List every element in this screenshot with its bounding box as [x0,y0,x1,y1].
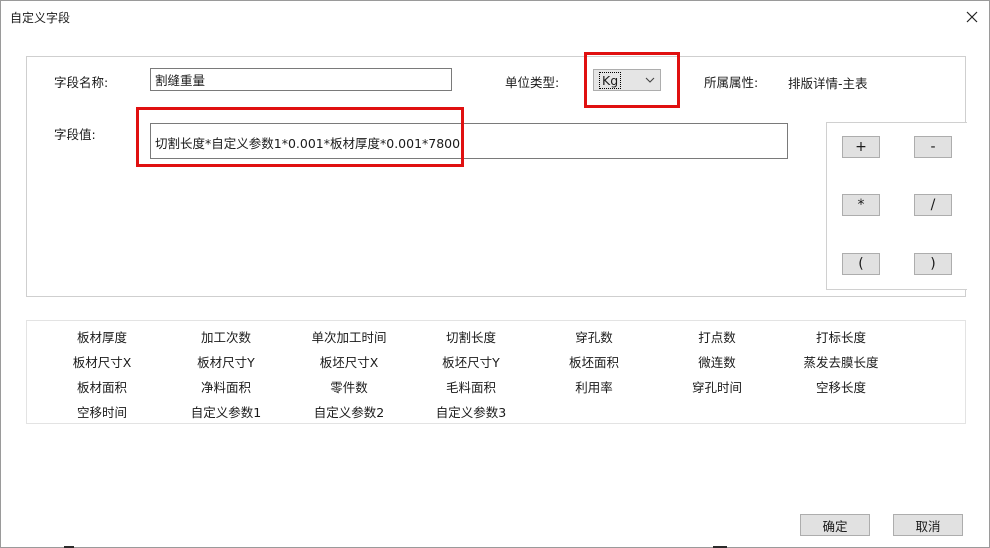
field-item[interactable]: 打点数 [655,327,779,346]
field-item[interactable]: 单次加工时间 [287,327,411,346]
multiply-button[interactable]: * [842,194,880,216]
field-item[interactable]: 毛料面积 [409,377,533,396]
close-button[interactable] [955,1,989,33]
field-name-label: 字段名称: [54,75,109,90]
field-definition-panel: 字段名称: 割缝重量 单位类型: Kg 所属属性: 排版详情-主表 字段值: 切… [26,56,966,297]
field-name-input[interactable]: 割缝重量 [150,68,452,91]
field-item[interactable]: 空移长度 [779,377,903,396]
chevron-down-icon [645,77,655,83]
plus-button[interactable]: + [842,136,880,158]
field-item[interactable]: 板坯面积 [532,352,656,371]
ok-button[interactable]: 确定 [800,514,870,536]
operator-panel: + - * / ( ) [826,122,967,290]
field-item[interactable]: 自定义参数3 [409,402,533,421]
field-item[interactable]: 利用率 [532,377,656,396]
dialog-title: 自定义字段 [10,11,71,25]
unit-type-select[interactable]: Kg [593,69,661,91]
field-item[interactable]: 板材尺寸Y [164,352,288,371]
field-item[interactable]: 板材厚度 [40,327,164,346]
close-paren-button[interactable]: ) [914,253,952,275]
open-paren-button[interactable]: ( [842,253,880,275]
field-item[interactable]: 板材面积 [40,377,164,396]
field-item[interactable]: 微连数 [655,352,779,371]
field-item[interactable]: 切割长度 [409,327,533,346]
field-item[interactable]: 自定义参数1 [164,402,288,421]
field-item[interactable]: 蒸发去膜长度 [779,352,903,371]
title-bar: 自定义字段 [1,1,989,33]
attribute-value: 排版详情-主表 [788,76,868,91]
field-item[interactable]: 自定义参数2 [287,402,411,421]
field-item[interactable]: 净料面积 [164,377,288,396]
field-item[interactable]: 打标长度 [779,327,903,346]
field-value-label: 字段值: [54,127,96,142]
field-value-expression: 切割长度*自定义参数1*0.001*板材厚度*0.001*7800 [155,136,461,151]
minus-button[interactable]: - [914,136,952,158]
cancel-button[interactable]: 取消 [893,514,963,536]
unit-type-value: Kg [599,72,622,89]
close-icon [966,11,978,23]
field-name-value: 割缝重量 [155,73,206,88]
field-item[interactable]: 穿孔数 [532,327,656,346]
unit-type-label: 单位类型: [505,75,560,90]
custom-field-dialog: 自定义字段 字段名称: 割缝重量 单位类型: Kg 所属属性: 排版详情-主表 … [0,0,990,548]
field-value-input[interactable]: 切割长度*自定义参数1*0.001*板材厚度*0.001*7800 [150,123,788,159]
field-item[interactable]: 板材尺寸X [40,352,164,371]
field-item[interactable]: 穿孔时间 [655,377,779,396]
field-item[interactable]: 板坯尺寸X [287,352,411,371]
field-item[interactable]: 板坯尺寸Y [409,352,533,371]
available-fields-panel: 板材厚度 加工次数 单次加工时间 切割长度 穿孔数 打点数 打标长度 板材尺寸X… [26,320,966,424]
field-item[interactable]: 空移时间 [40,402,164,421]
field-item[interactable]: 零件数 [287,377,411,396]
field-item[interactable]: 加工次数 [164,327,288,346]
attribute-label: 所属属性: [704,75,759,90]
divide-button[interactable]: / [914,194,952,216]
